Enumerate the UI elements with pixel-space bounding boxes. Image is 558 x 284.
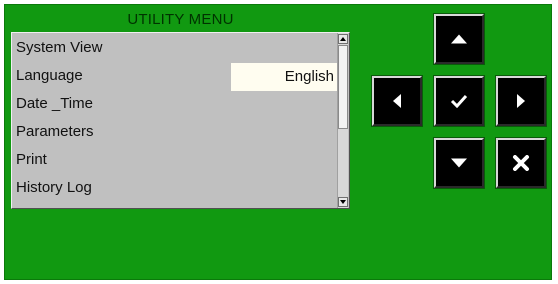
x-icon: [513, 155, 529, 171]
menu-item-label: Parameters: [16, 123, 94, 140]
confirm-button[interactable]: [433, 75, 485, 127]
scroll-down-button[interactable]: [338, 197, 348, 207]
right-button[interactable]: [495, 75, 547, 127]
scroll-down-arrow-icon: [340, 200, 346, 204]
arrow-up-icon: [451, 34, 467, 44]
arrow-left-icon: [393, 94, 401, 108]
menu-item-history-log[interactable]: History Log: [12, 175, 338, 203]
arrow-down-icon: [451, 158, 467, 168]
arrow-right-icon: [517, 94, 525, 108]
menu-list: System View Language English Date _Time …: [11, 32, 350, 209]
menu-item-parameters[interactable]: Parameters: [12, 119, 338, 147]
checkmark-icon: [450, 94, 468, 108]
menu-item-date-time[interactable]: Date _Time: [12, 91, 338, 119]
vertical-scrollbar[interactable]: [337, 33, 348, 208]
down-button[interactable]: [433, 137, 485, 189]
up-button[interactable]: [433, 13, 485, 65]
menu-item-label: Print: [16, 151, 47, 168]
menu-item-language[interactable]: Language English: [12, 63, 338, 91]
language-value-field[interactable]: English: [231, 63, 337, 91]
menu-item-system-view[interactable]: System View: [12, 35, 338, 63]
menu-title: UTILITY MENU: [127, 11, 234, 28]
menu-item-label: Language: [16, 67, 83, 84]
left-button[interactable]: [371, 75, 423, 127]
scroll-thumb[interactable]: [338, 45, 348, 129]
menu-item-label: System View: [16, 39, 103, 56]
scroll-up-arrow-icon: [340, 37, 346, 41]
menu-item-label: Date _Time: [16, 95, 93, 112]
menu-item-label: History Log: [16, 179, 92, 196]
cancel-button[interactable]: [495, 137, 547, 189]
menu-item-print[interactable]: Print: [12, 147, 338, 175]
utility-screen: UTILITY MENU System View Language Englis…: [4, 4, 552, 280]
scroll-up-button[interactable]: [338, 34, 348, 44]
